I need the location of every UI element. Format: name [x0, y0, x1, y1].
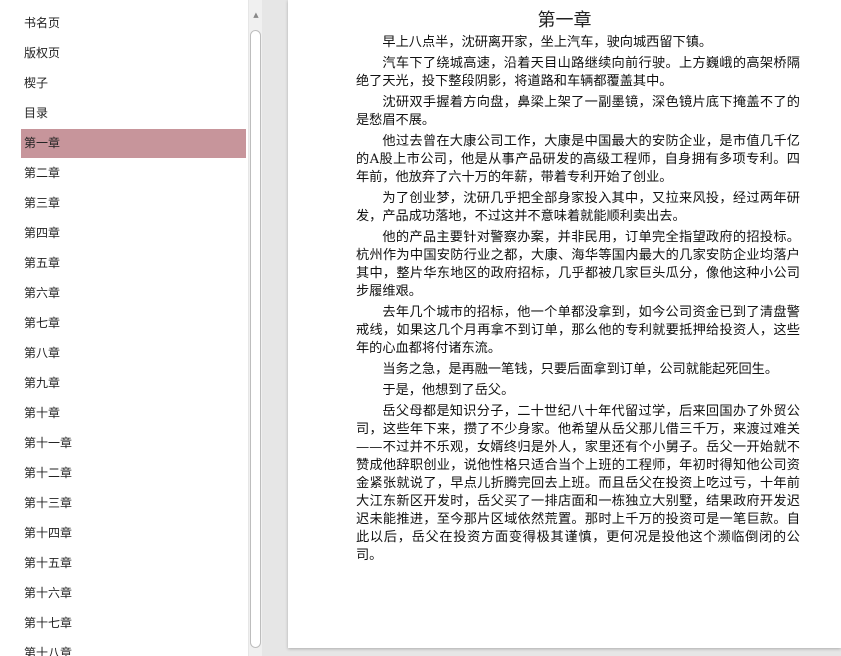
- toc-item[interactable]: 第二章: [21, 159, 246, 188]
- paragraph: 去年几个城市的招标，他一个单都没拿到，如今公司资金已到了清盘警戒线，如果这几个月…: [356, 305, 800, 356]
- table-of-contents: 书名页 版权页 楔子 目录 第一章 第二章 第三章 第四章 第五章 第六章 第七章 第八章 第九章 第十章…: [0, 0, 248, 656]
- toc-item[interactable]: 第十四章: [21, 519, 246, 548]
- book-page: 第一章 早上八点半，沈研离开家，坐上汽车，驶向城西留下镇。汽车下了绕城高速，沿着…: [288, 0, 841, 648]
- toc-item[interactable]: 第三章: [21, 189, 246, 218]
- toc-item[interactable]: 第十七章: [21, 609, 246, 638]
- scrollbar-thumb[interactable]: [250, 30, 261, 648]
- paragraph: 汽车下了绕城高速，沿着天目山路继续向前行驶。上方巍峨的高架桥隔绝了天光，投下整段…: [356, 56, 800, 89]
- toc-item[interactable]: 书名页: [21, 9, 246, 38]
- toc-item[interactable]: 第十三章: [21, 489, 246, 518]
- chapter-title: 第一章: [537, 10, 592, 31]
- toc-scrollbar[interactable]: ▲: [248, 0, 262, 656]
- toc-item[interactable]: 第十八章: [21, 639, 246, 656]
- paragraph: 他过去曾在大康公司工作，大康是中国最大的安防企业，是市值几千亿的A股上市公司，他…: [356, 134, 800, 185]
- toc-item[interactable]: 第八章: [21, 339, 246, 368]
- toc-item[interactable]: 第一章: [21, 129, 246, 158]
- toc-item[interactable]: 第五章: [21, 249, 246, 278]
- toc-item[interactable]: 第十五章: [21, 549, 246, 578]
- paragraph: 为了创业梦，沈研几乎把全部身家投入其中，又拉来风投，经过两年研发，产品成功落地，…: [356, 191, 800, 224]
- paragraph: 当务之急，是再融一笔钱，只要后面拿到订单，公司就能起死回生。: [382, 362, 779, 377]
- paragraph: 沈研双手握着方向盘，鼻梁上架了一副墨镜，深色镜片底下掩盖不了的是愁眉不展。: [356, 95, 800, 128]
- toc-item[interactable]: 目录: [21, 99, 246, 128]
- chapter-body: 早上八点半，沈研离开家，坐上汽车，驶向城西留下镇。汽车下了绕城高速，沿着天目山路…: [356, 34, 800, 568]
- paragraph: 于是，他想到了岳父。: [382, 383, 515, 398]
- toc-item[interactable]: 第十六章: [21, 579, 246, 608]
- paragraph: 早上八点半，沈研离开家，坐上汽车，驶向城西留下镇。: [382, 35, 713, 50]
- paragraph: 岳父母都是知识分子，二十世纪八十年代留过学，后来回国办了外贸公司，这些年下来，攒…: [356, 404, 800, 563]
- toc-item[interactable]: 楔子: [21, 69, 246, 98]
- toc-item[interactable]: 第九章: [21, 369, 246, 398]
- toc-item[interactable]: 第七章: [21, 309, 246, 338]
- toc-item[interactable]: 第四章: [21, 219, 246, 248]
- toc-item[interactable]: 第十一章: [21, 429, 246, 458]
- toc-item[interactable]: 第六章: [21, 279, 246, 308]
- reading-pane[interactable]: 第一章 早上八点半，沈研离开家，坐上汽车，驶向城西留下镇。汽车下了绕城高速，沿着…: [262, 0, 841, 656]
- toc-item[interactable]: 第十章: [21, 399, 246, 428]
- toc-item[interactable]: 版权页: [21, 39, 246, 68]
- scroll-up-arrow-icon[interactable]: ▲: [249, 8, 263, 22]
- toc-item[interactable]: 第十二章: [21, 459, 246, 488]
- paragraph: 他的产品主要针对警察办案，并非民用，订单完全指望政府的招投标。杭州作为中国安防行…: [356, 230, 800, 299]
